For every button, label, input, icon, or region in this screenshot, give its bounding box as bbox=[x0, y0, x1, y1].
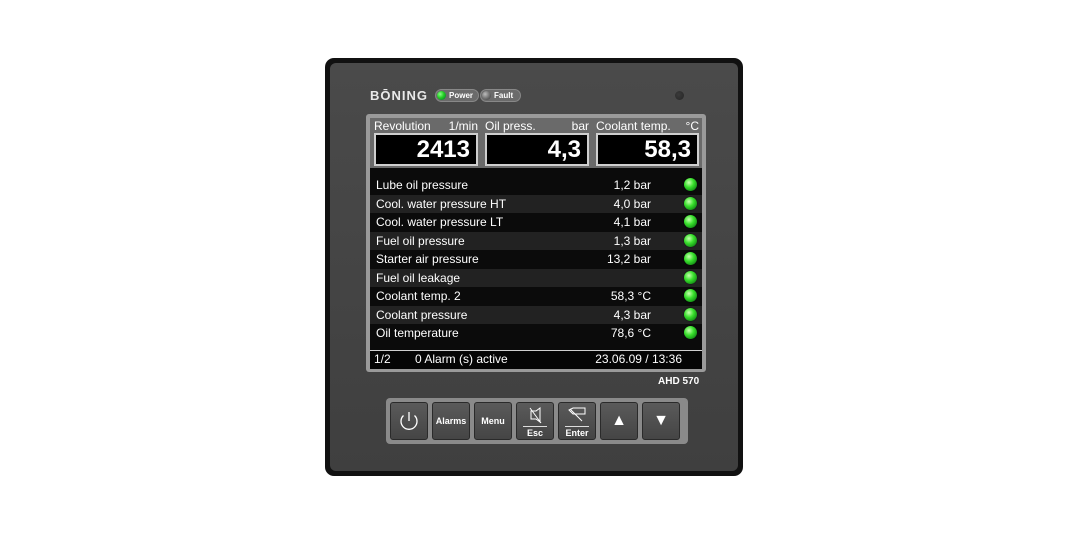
arrow-up-icon: ▲ bbox=[611, 412, 627, 429]
alarm-status: 0 Alarm (s) active bbox=[415, 352, 508, 366]
status-led-icon bbox=[684, 252, 697, 265]
item-label: Lube oil pressure bbox=[376, 178, 469, 192]
status-led-icon bbox=[684, 233, 697, 247]
gauge-value-box: 2413 bbox=[374, 133, 478, 166]
status-led-icon bbox=[684, 307, 697, 321]
status-led-icon bbox=[684, 196, 697, 210]
list-item: Fuel oil leakage bbox=[370, 268, 702, 287]
item-value: 4,0 bar bbox=[613, 196, 651, 211]
enter-button[interactable]: Enter bbox=[558, 402, 596, 440]
fault-indicator-label: Fault bbox=[494, 91, 514, 100]
ahd570-device: BŌNING Power Fault Revolution 1/min 2413 bbox=[325, 58, 743, 476]
item-value: 4,3 bar bbox=[613, 307, 651, 322]
esc-divider bbox=[523, 426, 547, 427]
down-button[interactable]: ▼ bbox=[642, 402, 680, 440]
display-screen: Revolution 1/min 2413 Oil press. bar 4,3 bbox=[370, 118, 702, 369]
arrow-down-icon: ▼ bbox=[653, 412, 669, 429]
power-icon bbox=[400, 412, 418, 430]
gauge-value: 4,3 bbox=[547, 136, 581, 163]
esc-button[interactable]: Esc bbox=[516, 402, 554, 440]
fault-indicator: Fault bbox=[480, 89, 521, 102]
list-item: Coolant temp. 2 58,3 °C bbox=[370, 287, 702, 306]
item-label: Coolant pressure bbox=[376, 307, 468, 322]
item-label: Starter air pressure bbox=[376, 252, 479, 266]
list-item: Starter air pressure 13,2 bar bbox=[370, 250, 702, 269]
status-led-icon bbox=[684, 289, 697, 302]
fault-led-icon bbox=[482, 91, 491, 100]
gauge-oil-pressure: Oil press. bar 4,3 bbox=[483, 118, 591, 168]
list-item: Oil temperature 78,6 °C bbox=[370, 324, 702, 343]
measurement-list: Lube oil pressure 1,2 bar Cool. water pr… bbox=[370, 176, 702, 343]
status-led-icon bbox=[684, 326, 697, 339]
gauge-value-box: 58,3 bbox=[596, 133, 699, 166]
item-value: 4,1 bar bbox=[613, 215, 651, 229]
item-label: Coolant temp. 2 bbox=[376, 289, 461, 303]
gauge-label: Revolution bbox=[374, 119, 431, 133]
gauge-unit: bar bbox=[571, 119, 589, 133]
power-indicator-label: Power bbox=[449, 91, 474, 100]
list-item: Fuel oil pressure 1,3 bar bbox=[370, 231, 702, 250]
item-value: 1,2 bar bbox=[613, 178, 651, 192]
esc-button-label: Esc bbox=[526, 428, 543, 438]
model-label: AHD 570 bbox=[658, 376, 700, 387]
keypad: Alarms Menu Esc Enter ▲ ▼ bbox=[386, 398, 688, 444]
power-led-icon bbox=[437, 91, 446, 100]
menu-button-label: Menu bbox=[481, 416, 505, 426]
list-item: Lube oil pressure 1,2 bar bbox=[370, 176, 702, 195]
power-button[interactable] bbox=[390, 402, 428, 440]
enter-button-label: Enter bbox=[565, 428, 589, 438]
datetime: 23.06.09 / 13:36 bbox=[595, 352, 682, 366]
alarms-button[interactable]: Alarms bbox=[432, 402, 470, 440]
gauge-unit: 1/min bbox=[448, 119, 478, 133]
gauge-value: 58,3 bbox=[644, 136, 691, 163]
item-value: 78,6 °C bbox=[610, 326, 651, 340]
screen-bezel: Revolution 1/min 2413 Oil press. bar 4,3 bbox=[366, 114, 706, 372]
up-button[interactable]: ▲ bbox=[600, 402, 638, 440]
gauge-label: Oil press. bbox=[485, 119, 536, 133]
gauge-coolant-temp: Coolant temp. °C 58,3 bbox=[594, 118, 701, 168]
item-label: Cool. water pressure LT bbox=[376, 215, 504, 229]
list-item: Cool. water pressure HT 4,0 bar bbox=[370, 194, 702, 213]
list-item: Cool. water pressure LT 4,1 bar bbox=[370, 213, 702, 232]
gauge-panel: Revolution 1/min 2413 Oil press. bar 4,3 bbox=[370, 118, 702, 168]
power-indicator: Power bbox=[435, 89, 479, 102]
alarms-button-label: Alarms bbox=[435, 416, 467, 426]
enter-divider bbox=[565, 426, 589, 427]
device-face: BŌNING Power Fault Revolution 1/min 2413 bbox=[330, 63, 738, 471]
gauge-value-box: 4,3 bbox=[485, 133, 589, 166]
item-value: 1,3 bar bbox=[613, 233, 651, 248]
gauge-revolution: Revolution 1/min 2413 bbox=[372, 118, 480, 168]
item-label: Cool. water pressure HT bbox=[376, 196, 507, 211]
brand-logo: BŌNING bbox=[370, 88, 428, 103]
gauge-unit: °C bbox=[685, 119, 699, 133]
item-label: Fuel oil pressure bbox=[376, 233, 465, 248]
list-item: Coolant pressure 4,3 bar bbox=[370, 305, 702, 324]
gauge-value: 2413 bbox=[416, 136, 470, 163]
item-label: Fuel oil leakage bbox=[376, 270, 461, 285]
item-value: 13,2 bar bbox=[606, 252, 651, 266]
status-led-icon bbox=[684, 178, 697, 191]
status-led-icon bbox=[684, 270, 697, 284]
item-value: 58,3 °C bbox=[610, 289, 651, 303]
status-bar: 1/2 0 Alarm (s) active 23.06.09 / 13:36 bbox=[370, 350, 702, 369]
light-sensor-icon bbox=[675, 91, 684, 100]
page-indicator: 1/2 bbox=[374, 352, 391, 366]
item-label: Oil temperature bbox=[376, 326, 459, 340]
gauge-label: Coolant temp. bbox=[596, 119, 671, 133]
status-led-icon bbox=[684, 215, 697, 228]
menu-button[interactable]: Menu bbox=[474, 402, 512, 440]
